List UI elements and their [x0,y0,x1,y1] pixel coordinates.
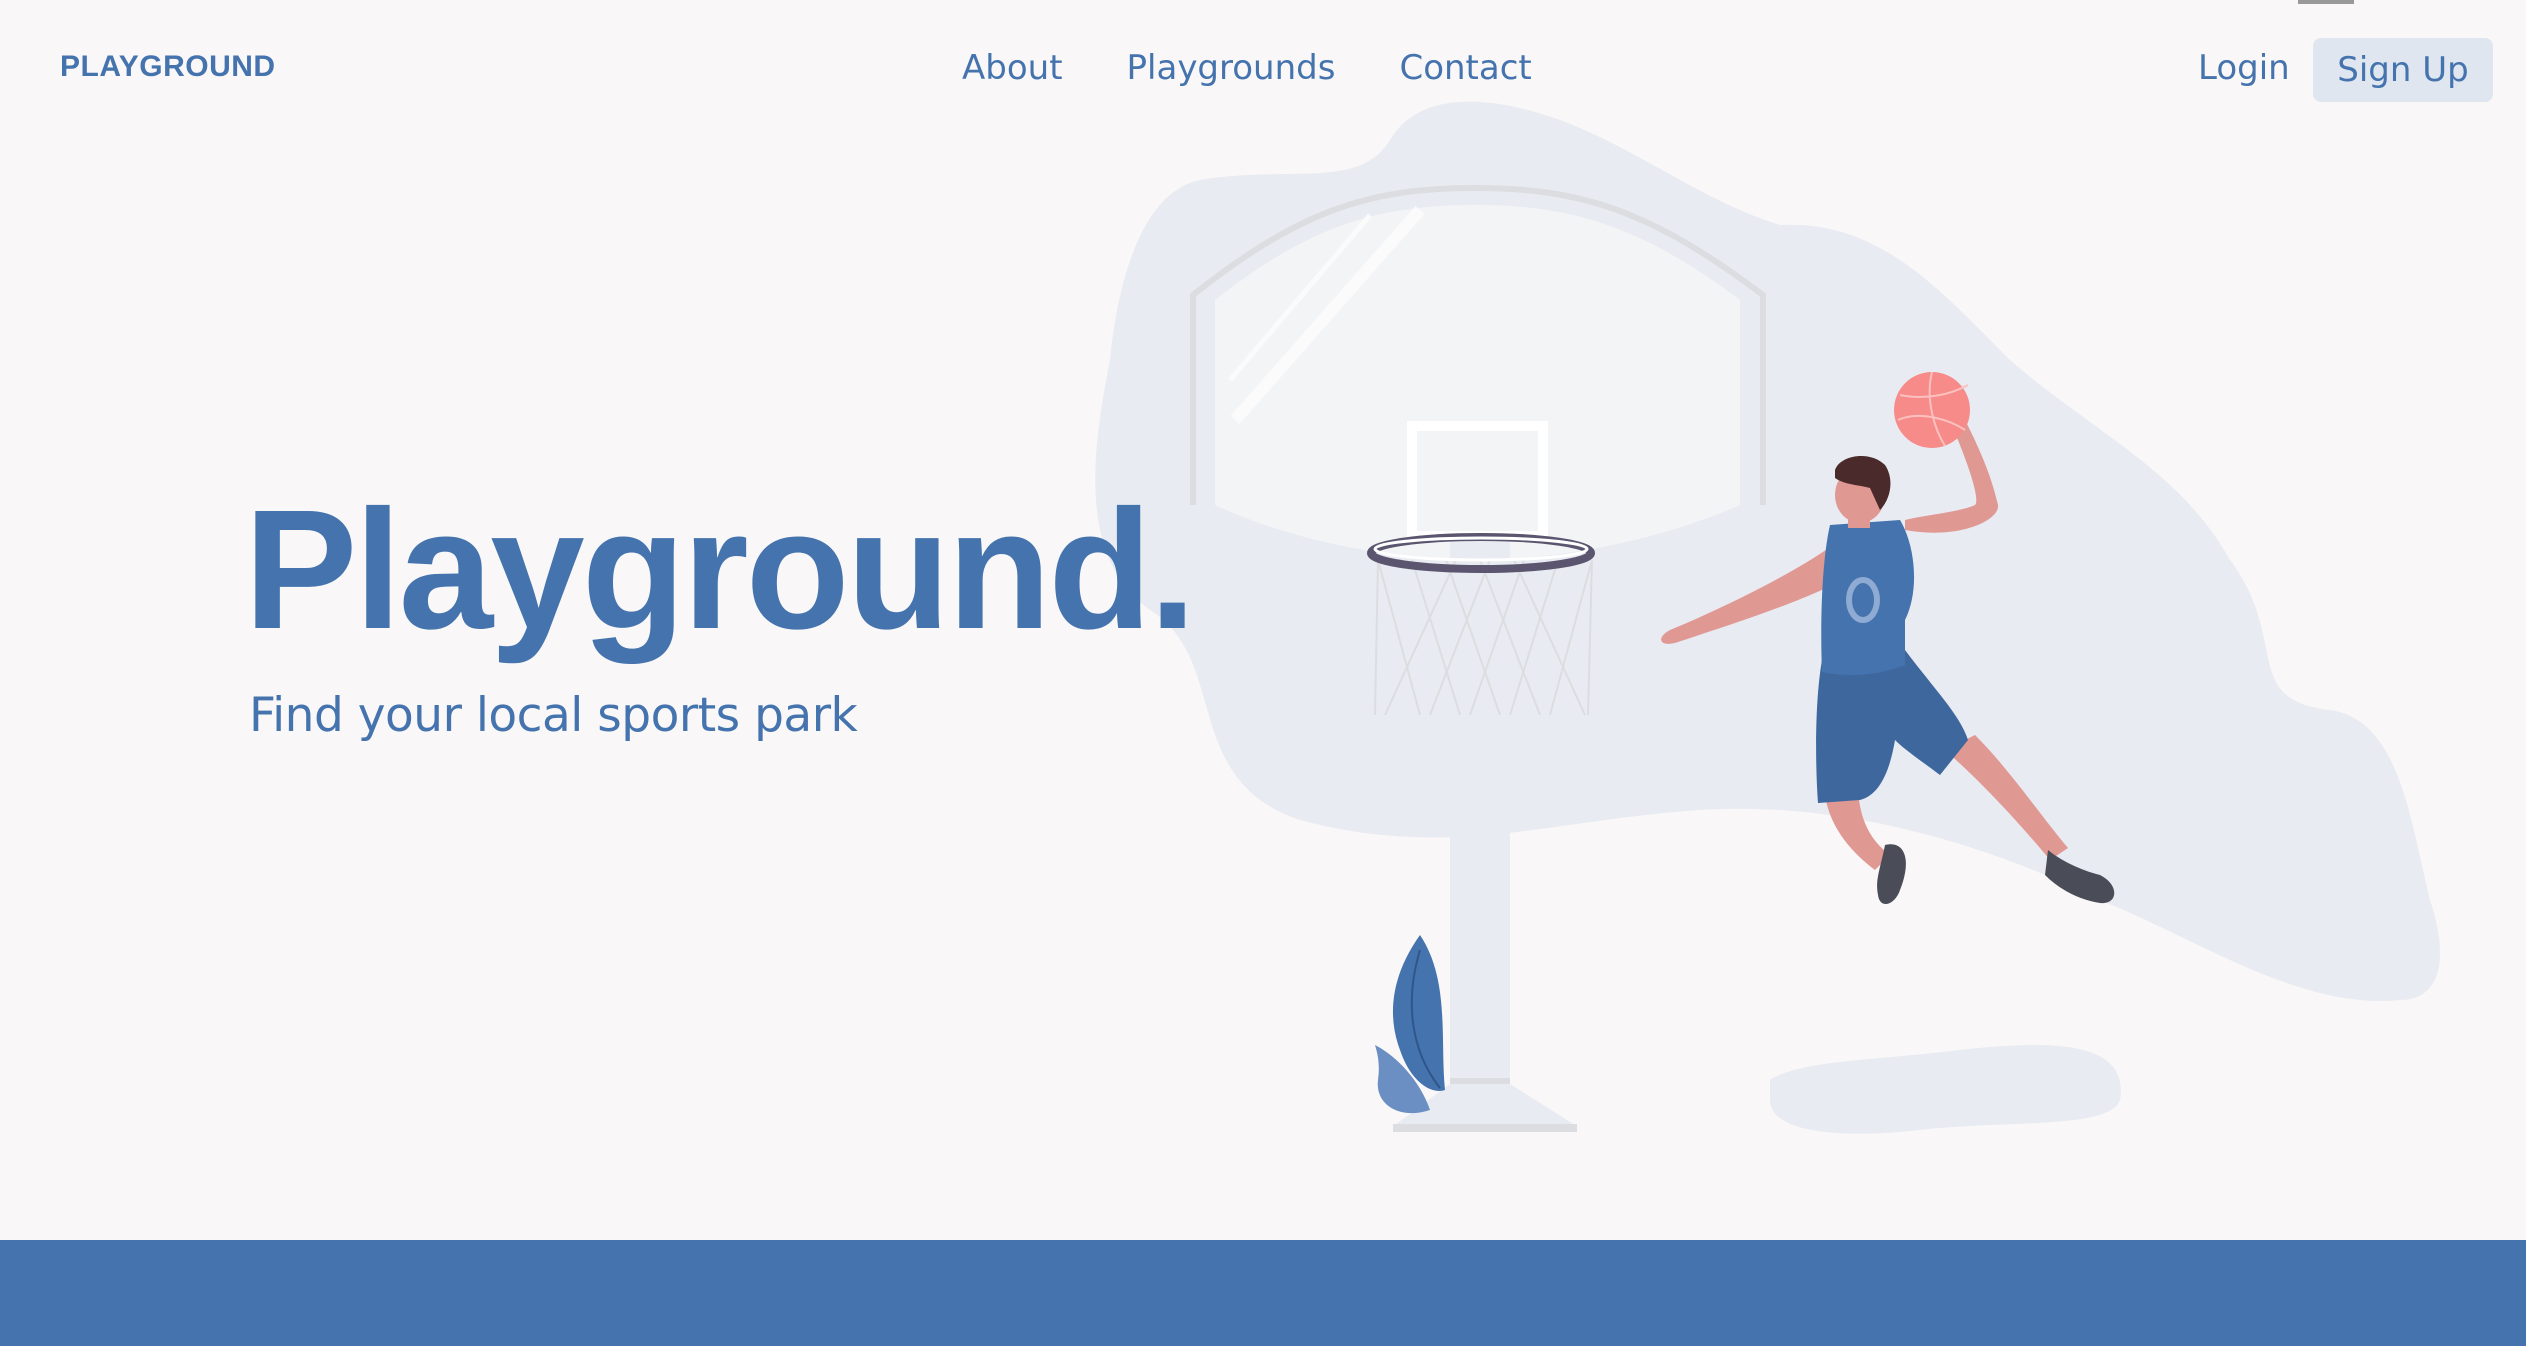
footer-band [0,1240,2526,1346]
background-blob [1095,101,2440,1001]
plant-icon [1375,935,1445,1114]
basketball-icon [1894,371,1970,448]
hero-subtitle: Find your local sports park [249,688,858,743]
hero-title: Playground. [244,475,1196,665]
ground-shadow [1770,1045,2121,1134]
